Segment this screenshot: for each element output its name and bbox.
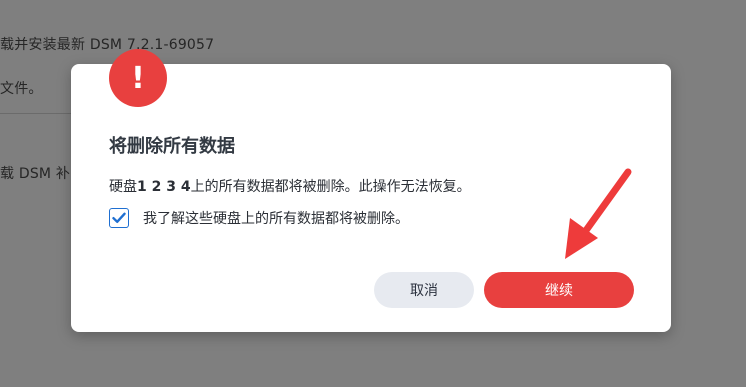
dialog-message: 硬盘1 2 3 4上的所有数据都将被删除。此操作无法恢复。 — [109, 176, 471, 196]
background-file-text: 文件。 — [0, 81, 43, 97]
cancel-button[interactable]: 取消 — [374, 272, 474, 308]
background-dsm-text: 载 DSM 补 — [0, 166, 71, 182]
background-divider — [0, 113, 80, 114]
dialog-title: 将删除所有数据 — [109, 136, 235, 157]
checkmark-icon — [112, 212, 126, 223]
confirm-label[interactable]: 我了解这些硬盘上的所有数据都将被删除。 — [143, 208, 409, 228]
disk-ids: 1 2 3 4 — [137, 179, 191, 195]
exclamation-glyph: ! — [131, 60, 145, 96]
message-suffix: 上的所有数据都将被删除。此操作无法恢复。 — [190, 179, 471, 195]
exclamation-icon: ! — [109, 49, 167, 107]
confirm-row[interactable]: 我了解这些硬盘上的所有数据都将被删除。 — [109, 208, 409, 228]
background-update-text: 载并安装最新 DSM 7.2.1-69057 — [0, 37, 215, 53]
continue-button[interactable]: 继续 — [484, 272, 634, 308]
confirm-checkbox[interactable] — [109, 208, 129, 228]
message-prefix: 硬盘 — [109, 179, 137, 195]
